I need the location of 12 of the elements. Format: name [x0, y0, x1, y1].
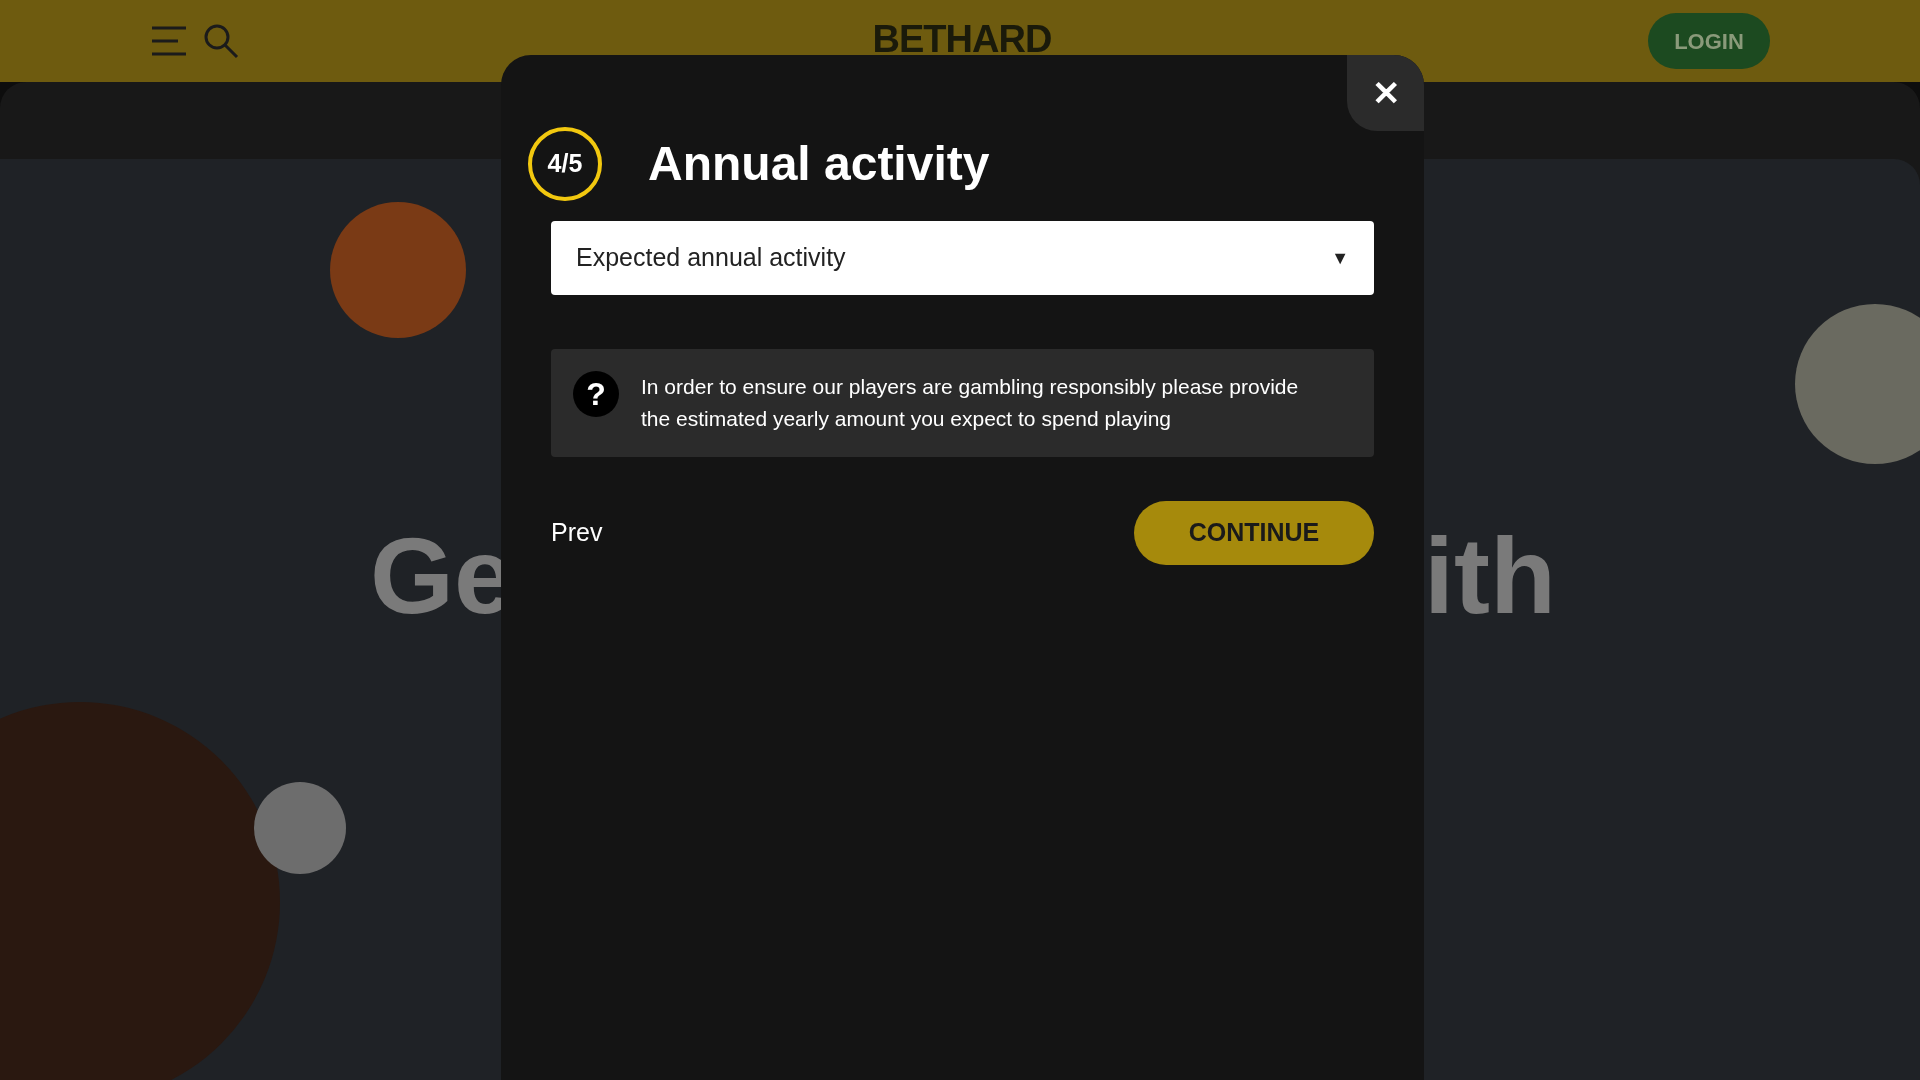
help-icon: ? [573, 371, 619, 417]
hero-heading: ith [1424, 522, 1556, 630]
continue-button[interactable]: CONTINUE [1134, 501, 1374, 565]
dialog-title: Annual activity [648, 136, 990, 192]
prev-button[interactable]: Prev [551, 514, 603, 552]
activity-select[interactable]: Expected annual activity ▼ [551, 221, 1374, 295]
close-button[interactable]: ✕ [1347, 55, 1424, 131]
search-icon[interactable] [202, 22, 240, 60]
info-text: In order to ensure our players are gambling responsibly please provide the estimated yearly amount you expect to spend playing [641, 374, 1300, 432]
step-counter: 4/5 [528, 127, 602, 201]
caret-icon: ▼ [1331, 244, 1349, 272]
menu-icon[interactable] [150, 24, 188, 58]
